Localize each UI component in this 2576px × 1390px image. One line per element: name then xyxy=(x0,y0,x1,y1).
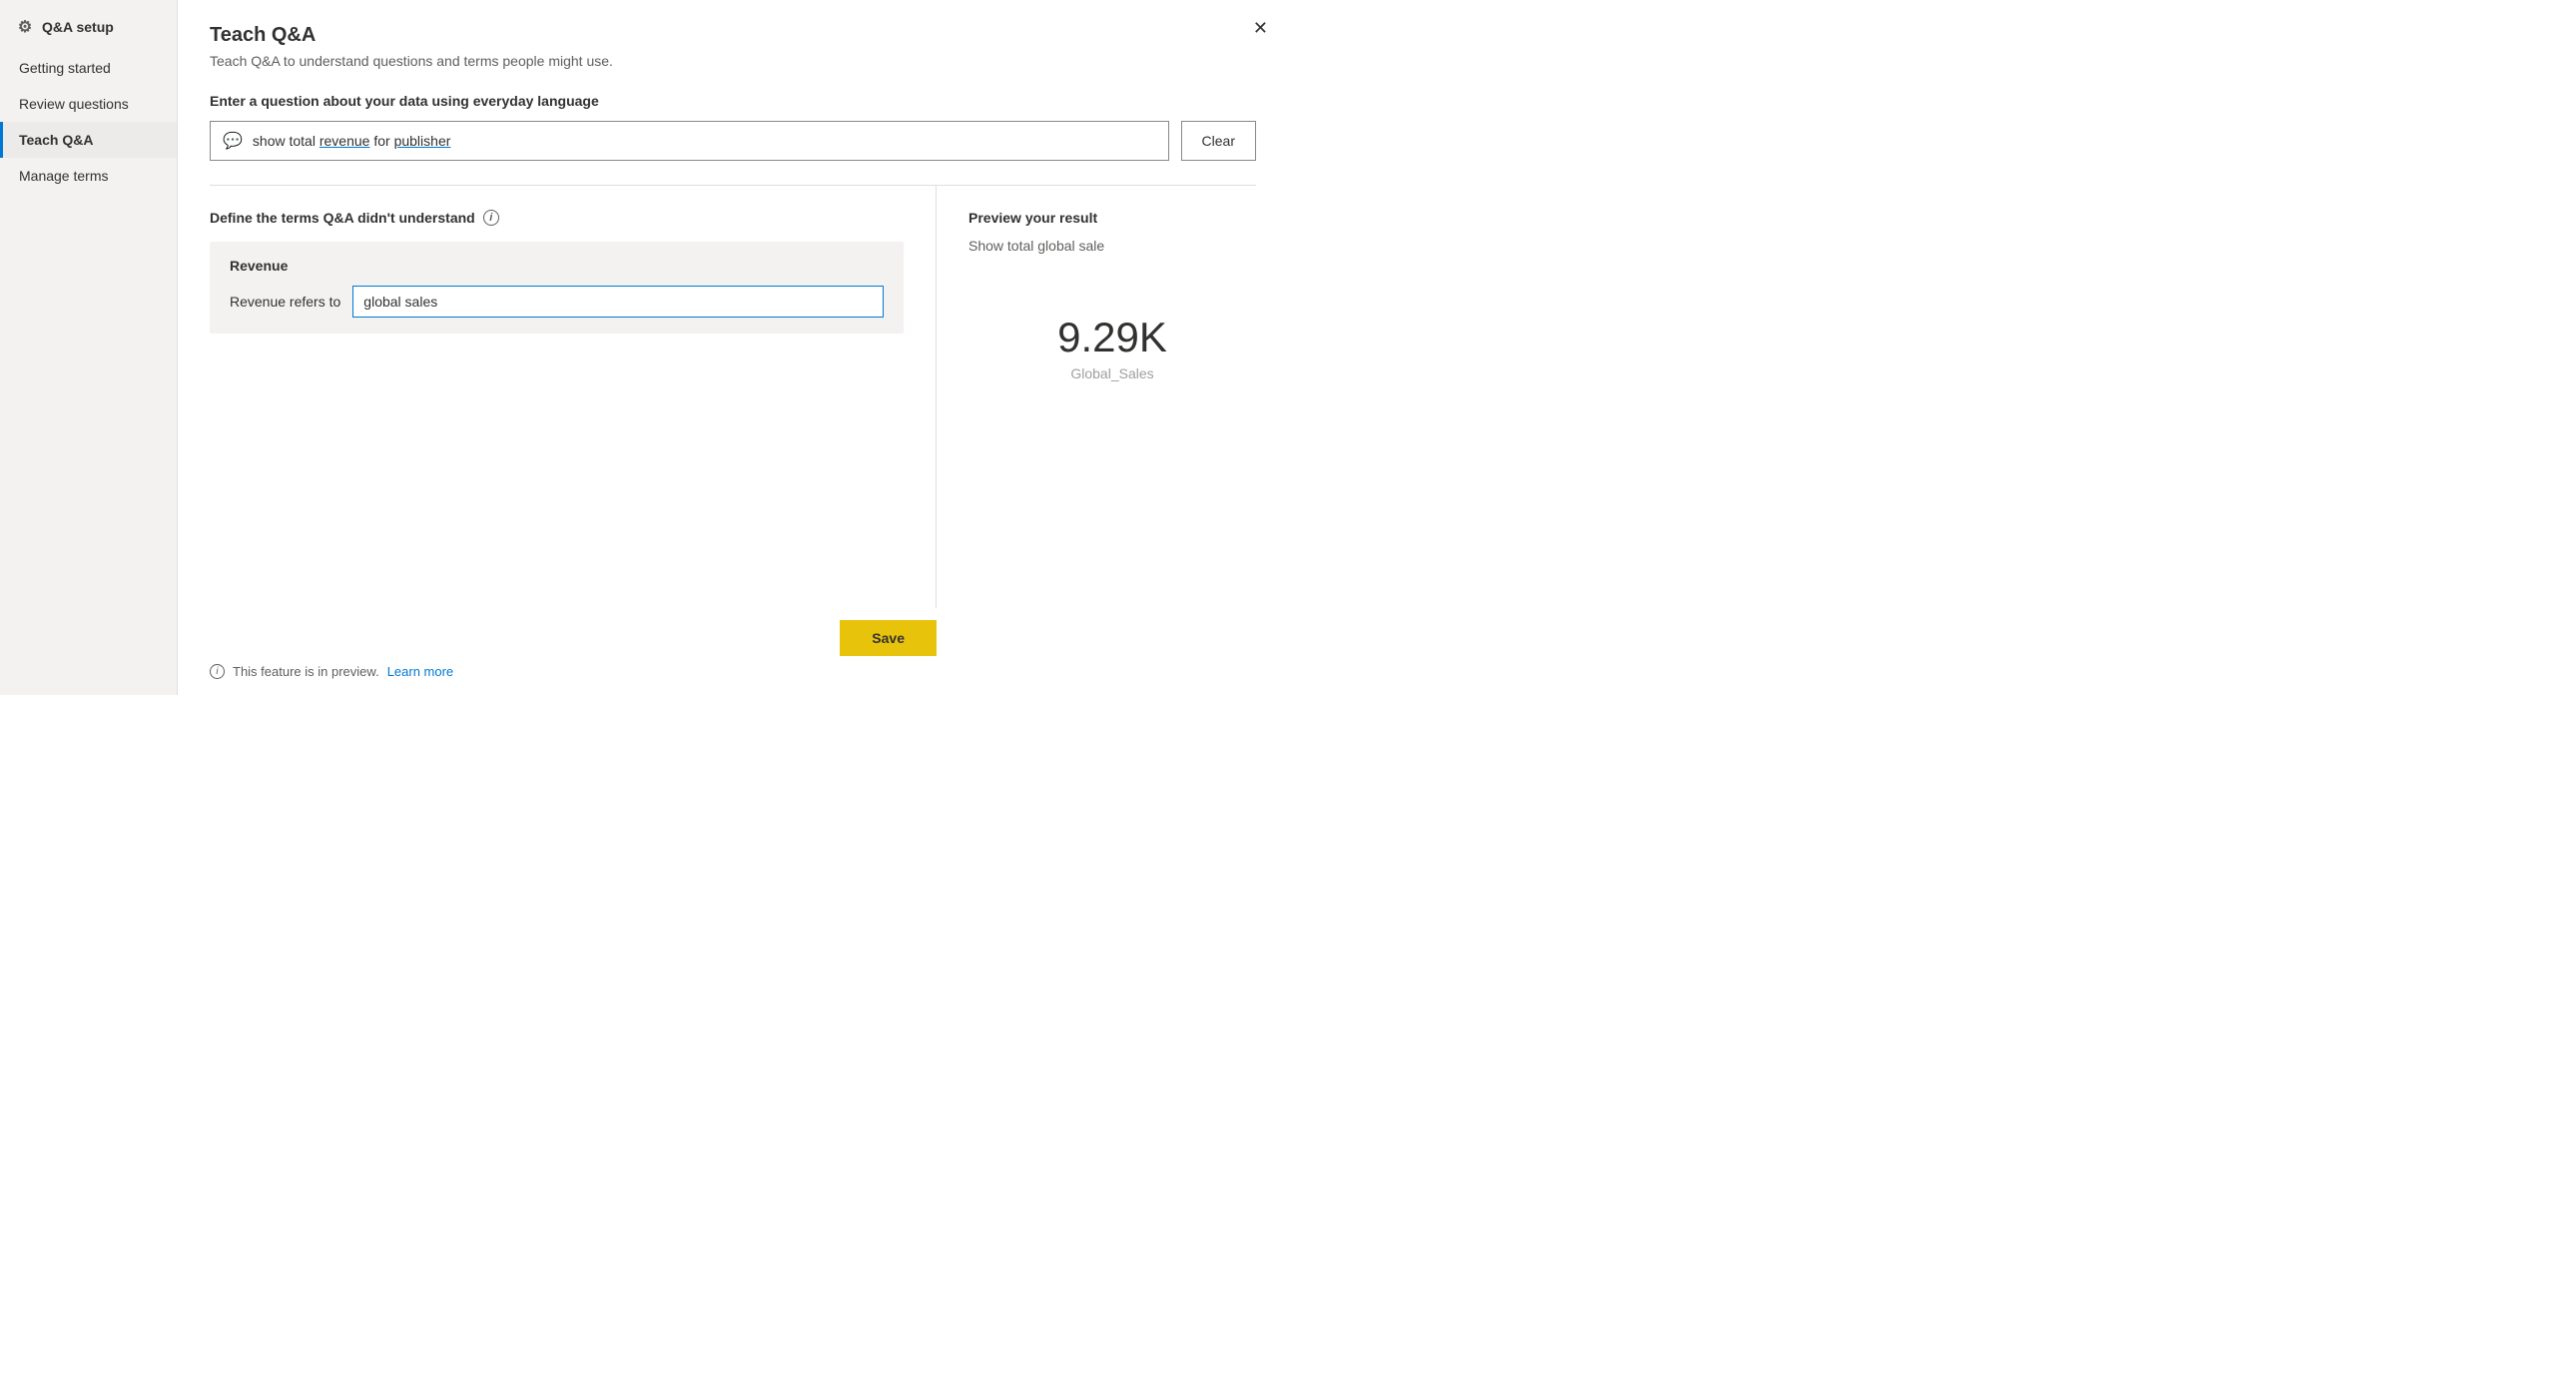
question-section-label: Enter a question about your data using e… xyxy=(210,93,1256,109)
sidebar-item-review-questions[interactable]: Review questions xyxy=(0,86,177,122)
sidebar-header: ⚙ Q&A setup xyxy=(0,8,177,50)
main-panel: ✕ Teach Q&A Teach Q&A to understand ques… xyxy=(178,0,1288,695)
right-column: Preview your result Show total global sa… xyxy=(937,186,1256,608)
footer-note-text: This feature is in preview. xyxy=(233,664,379,679)
clear-button[interactable]: Clear xyxy=(1181,121,1256,161)
term-refers-to-input[interactable] xyxy=(352,286,884,318)
page-title: Teach Q&A xyxy=(210,24,1256,47)
preview-text: Show total global sale xyxy=(968,238,1256,254)
close-button[interactable]: ✕ xyxy=(1249,14,1272,43)
sidebar-item-getting-started[interactable]: Getting started xyxy=(0,50,177,86)
define-heading-text: Define the terms Q&A didn't understand xyxy=(210,210,475,226)
left-column: Define the terms Q&A didn't understand i… xyxy=(210,186,937,608)
gear-icon: ⚙ xyxy=(16,18,34,36)
preview-value: 9.29K xyxy=(968,314,1256,361)
question-input-wrapper[interactable]: 💬 show total revenue for publisher xyxy=(210,121,1169,161)
main-content: Teach Q&A Teach Q&A to understand questi… xyxy=(178,0,1288,608)
question-revenue-term: revenue xyxy=(320,133,370,149)
save-row: Save xyxy=(210,620,1256,656)
learn-more-link[interactable]: Learn more xyxy=(387,664,453,679)
chat-icon: 💬 xyxy=(223,131,243,151)
question-input-row: 💬 show total revenue for publisher Clear xyxy=(210,121,1256,161)
question-text-middle: for xyxy=(369,133,393,149)
define-info-icon[interactable]: i xyxy=(483,210,499,226)
term-refers-to-label: Revenue refers to xyxy=(230,294,340,310)
question-publisher-term: publisher xyxy=(394,133,451,149)
question-text: show total revenue for publisher xyxy=(253,133,450,149)
save-button[interactable]: Save xyxy=(840,620,937,656)
question-text-before: show total xyxy=(253,133,320,149)
sidebar-item-manage-terms[interactable]: Manage terms xyxy=(0,158,177,194)
page-subtitle: Teach Q&A to understand questions and te… xyxy=(210,53,1256,69)
sidebar: ⚙ Q&A setup Getting started Review quest… xyxy=(0,0,178,695)
term-row: Revenue refers to xyxy=(230,286,884,318)
footer-note: i This feature is in preview. Learn more xyxy=(210,664,1256,679)
footer: Save i This feature is in preview. Learn… xyxy=(178,608,1288,695)
preview-heading: Preview your result xyxy=(968,210,1256,226)
define-section-heading: Define the terms Q&A didn't understand i xyxy=(210,210,904,226)
preview-label: Global_Sales xyxy=(968,365,1256,381)
sidebar-title: Q&A setup xyxy=(42,19,114,35)
footer-info-icon: i xyxy=(210,664,225,679)
sidebar-item-teach-qa[interactable]: Teach Q&A xyxy=(0,122,177,158)
term-card: Revenue Revenue refers to xyxy=(210,242,904,334)
term-name: Revenue xyxy=(230,258,884,274)
two-column-layout: Define the terms Q&A didn't understand i… xyxy=(210,186,1256,608)
